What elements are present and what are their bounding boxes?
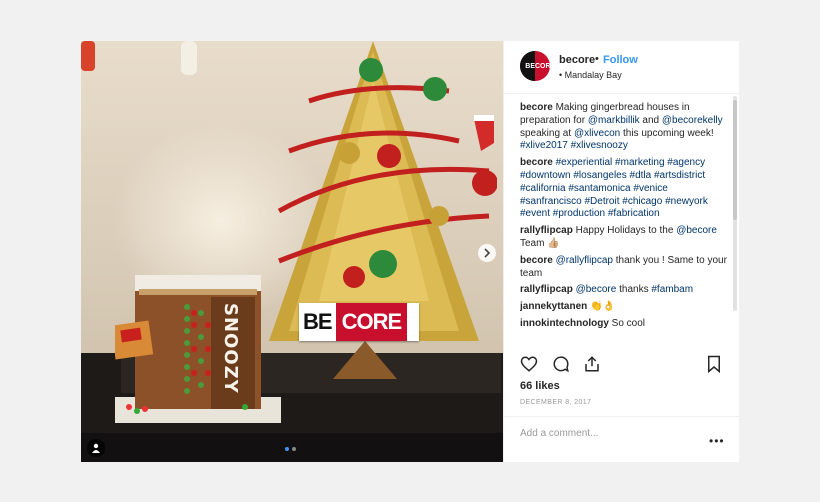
- ornament-decor-left: [81, 41, 197, 75]
- comment-item: jannekyttanen 👏👌: [520, 301, 730, 314]
- comment-username[interactable]: becore: [520, 102, 553, 113]
- comment-icon[interactable]: [552, 355, 570, 373]
- share-icon[interactable]: [583, 355, 601, 373]
- next-photo-button[interactable]: [478, 244, 496, 262]
- house-sign-text: SNOOZY: [220, 303, 241, 394]
- comment-text: speaking at: [520, 127, 574, 139]
- gingerbread-house: [115, 275, 281, 423]
- comment-text: thanks: [616, 284, 652, 296]
- sign-be-text: BE: [303, 309, 333, 334]
- comments-scrollbar[interactable]: [733, 96, 737, 311]
- username-link[interactable]: becore: [559, 54, 595, 66]
- comment-link[interactable]: @markbillik: [588, 115, 640, 126]
- carousel-dot: [292, 447, 296, 451]
- likes-count[interactable]: 66 likes: [520, 380, 560, 392]
- avatar-right-text: CORE: [535, 62, 550, 70]
- header-bullet: •: [595, 53, 599, 65]
- sign-core-text: CORE: [335, 303, 408, 341]
- comments-list: becore Making gingerbread houses in prep…: [520, 102, 730, 346]
- chevron-right-icon: [484, 248, 491, 258]
- comment-text: this upcoming week!: [620, 127, 714, 139]
- comment-username[interactable]: rallyflipcap: [520, 284, 573, 295]
- tree-stand: [333, 341, 397, 379]
- comment-username[interactable]: innokintechnology: [520, 318, 609, 329]
- comment-text: 👏👌: [590, 301, 615, 313]
- comment-item: becore #experiential #marketing #agency …: [520, 157, 730, 221]
- user-tag-icon: [92, 443, 100, 453]
- carousel-dots: [285, 447, 296, 451]
- comment-text: and: [639, 114, 662, 126]
- post-photo[interactable]: SNOOZY BE CORE: [81, 41, 503, 462]
- comment-username[interactable]: becore: [520, 157, 553, 168]
- follow-button[interactable]: Follow: [603, 54, 638, 66]
- comment-link[interactable]: @becore: [576, 284, 617, 295]
- comment-link[interactable]: @becorekelly: [662, 115, 723, 126]
- comment-username[interactable]: becore: [520, 255, 553, 266]
- comment-link[interactable]: @becore: [676, 225, 717, 236]
- more-options-button[interactable]: •••: [709, 434, 725, 448]
- comment-link[interactable]: @rallyflipcap: [556, 255, 613, 266]
- post-header: BE CORE becore • Follow • Mandalay Bay: [504, 41, 740, 94]
- comment-text: Team 👍🏼: [520, 237, 560, 249]
- action-bar: [520, 355, 724, 375]
- comment-text: Happy Holidays to the: [575, 225, 677, 237]
- bookmark-icon[interactable]: [706, 355, 722, 373]
- heart-icon[interactable]: [520, 355, 538, 373]
- comment-username[interactable]: rallyflipcap: [520, 225, 573, 236]
- instagram-post: SNOOZY BE CORE BE CORE: [81, 41, 740, 462]
- add-comment-input[interactable]: Add a comment...: [520, 428, 598, 439]
- comment-item: innokintechnology So cool: [520, 318, 730, 331]
- location-text: Mandalay Bay: [564, 70, 622, 80]
- post-sidebar: BE CORE becore • Follow • Mandalay Bay b…: [503, 41, 740, 462]
- scrollbar-thumb[interactable]: [733, 100, 737, 220]
- comment-item: rallyflipcap @becore thanks #fambam: [520, 284, 730, 297]
- add-comment-bar: Add a comment... •••: [504, 416, 740, 463]
- comment-item: rallyflipcap Happy Holidays to the @beco…: [520, 225, 730, 251]
- comment-text: So cool: [611, 317, 646, 329]
- user-tag-button[interactable]: [87, 439, 105, 457]
- comment-username[interactable]: jannekyttanen: [520, 301, 587, 312]
- carousel-dot-active: [285, 447, 289, 451]
- comment-link[interactable]: #fambam: [651, 284, 693, 295]
- post-date: DECEMBER 8, 2017: [520, 399, 592, 406]
- avatar[interactable]: BE CORE: [520, 51, 550, 81]
- becore-sign: BE CORE: [299, 303, 419, 341]
- comment-item: becore Making gingerbread houses in prep…: [520, 102, 730, 153]
- comment-item: becore @rallyflipcap thank you ! Same to…: [520, 255, 730, 281]
- comment-link[interactable]: @xlivecon: [574, 128, 620, 139]
- comment-link[interactable]: #xlive2017: [520, 140, 568, 151]
- comment-link[interactable]: #xlivesnoozy: [571, 140, 628, 151]
- avatar-left-text: BE: [520, 51, 535, 81]
- location-link[interactable]: • Mandalay Bay: [559, 70, 622, 80]
